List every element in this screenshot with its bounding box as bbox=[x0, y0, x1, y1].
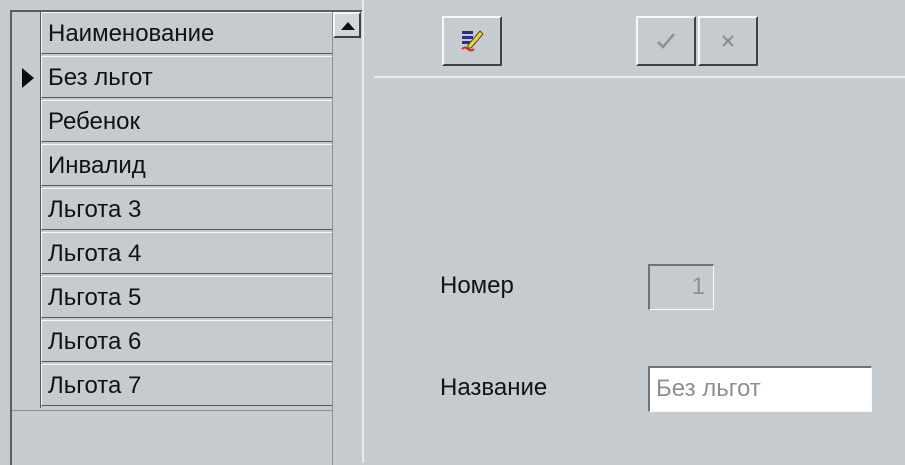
number-label: Номер bbox=[440, 272, 514, 299]
table-row[interactable]: Без льгот bbox=[12, 56, 342, 100]
row-indicator[interactable] bbox=[12, 232, 41, 276]
cancel-button[interactable] bbox=[698, 16, 758, 66]
table-row[interactable]: Инвалид bbox=[12, 144, 342, 188]
scroll-up-arrow-icon[interactable] bbox=[333, 12, 361, 38]
name-label: Название bbox=[440, 374, 548, 401]
table-cell[interactable]: Ребенок bbox=[41, 100, 341, 142]
grid-empty-area bbox=[12, 410, 332, 444]
current-row-pointer-icon bbox=[12, 56, 41, 100]
table-cell[interactable]: Без льгот bbox=[41, 56, 341, 98]
row-indicator[interactable] bbox=[12, 320, 41, 364]
table-cell[interactable]: Инвалид bbox=[41, 144, 341, 186]
grid-header-row: Наименование bbox=[12, 12, 342, 56]
table-row[interactable]: Льгота 5 bbox=[12, 276, 342, 320]
row-indicator[interactable] bbox=[12, 276, 41, 320]
table-cell[interactable]: Льгота 3 bbox=[41, 188, 341, 230]
row-indicator[interactable] bbox=[12, 188, 41, 232]
row-indicator[interactable] bbox=[12, 144, 41, 188]
table-cell[interactable]: Льгота 5 bbox=[41, 276, 341, 318]
edit-button[interactable] bbox=[442, 16, 502, 66]
post-button[interactable] bbox=[636, 16, 696, 66]
name-field[interactable]: Без льгот bbox=[648, 366, 872, 412]
table-row[interactable]: Льгота 3 bbox=[12, 188, 342, 232]
table-row[interactable]: Льгота 6 bbox=[12, 320, 342, 364]
edit-record-icon bbox=[461, 30, 484, 52]
table-cell[interactable]: Льгота 7 bbox=[41, 364, 341, 406]
toolbar bbox=[374, 10, 905, 78]
row-indicator[interactable] bbox=[12, 100, 41, 144]
table-cell[interactable]: Льгота 4 bbox=[41, 232, 341, 274]
table-row[interactable]: Льгота 4 bbox=[12, 232, 342, 276]
top-edge bbox=[0, 0, 905, 10]
table-row[interactable]: Льгота 7 bbox=[12, 364, 342, 408]
table-row[interactable]: Ребенок bbox=[12, 100, 342, 144]
data-grid[interactable]: Наименование Без льгот Ребенок Инвалид Л… bbox=[10, 10, 364, 465]
vertical-scrollbar[interactable] bbox=[332, 12, 363, 465]
panel-splitter[interactable] bbox=[362, 0, 374, 463]
row-indicator[interactable] bbox=[12, 364, 41, 408]
close-icon bbox=[722, 35, 734, 47]
header-indicator bbox=[12, 12, 41, 56]
checkmark-icon bbox=[657, 33, 675, 49]
number-field[interactable]: 1 bbox=[648, 264, 714, 310]
table-cell[interactable]: Льгота 6 bbox=[41, 320, 341, 362]
column-header-name[interactable]: Наименование bbox=[41, 12, 341, 54]
